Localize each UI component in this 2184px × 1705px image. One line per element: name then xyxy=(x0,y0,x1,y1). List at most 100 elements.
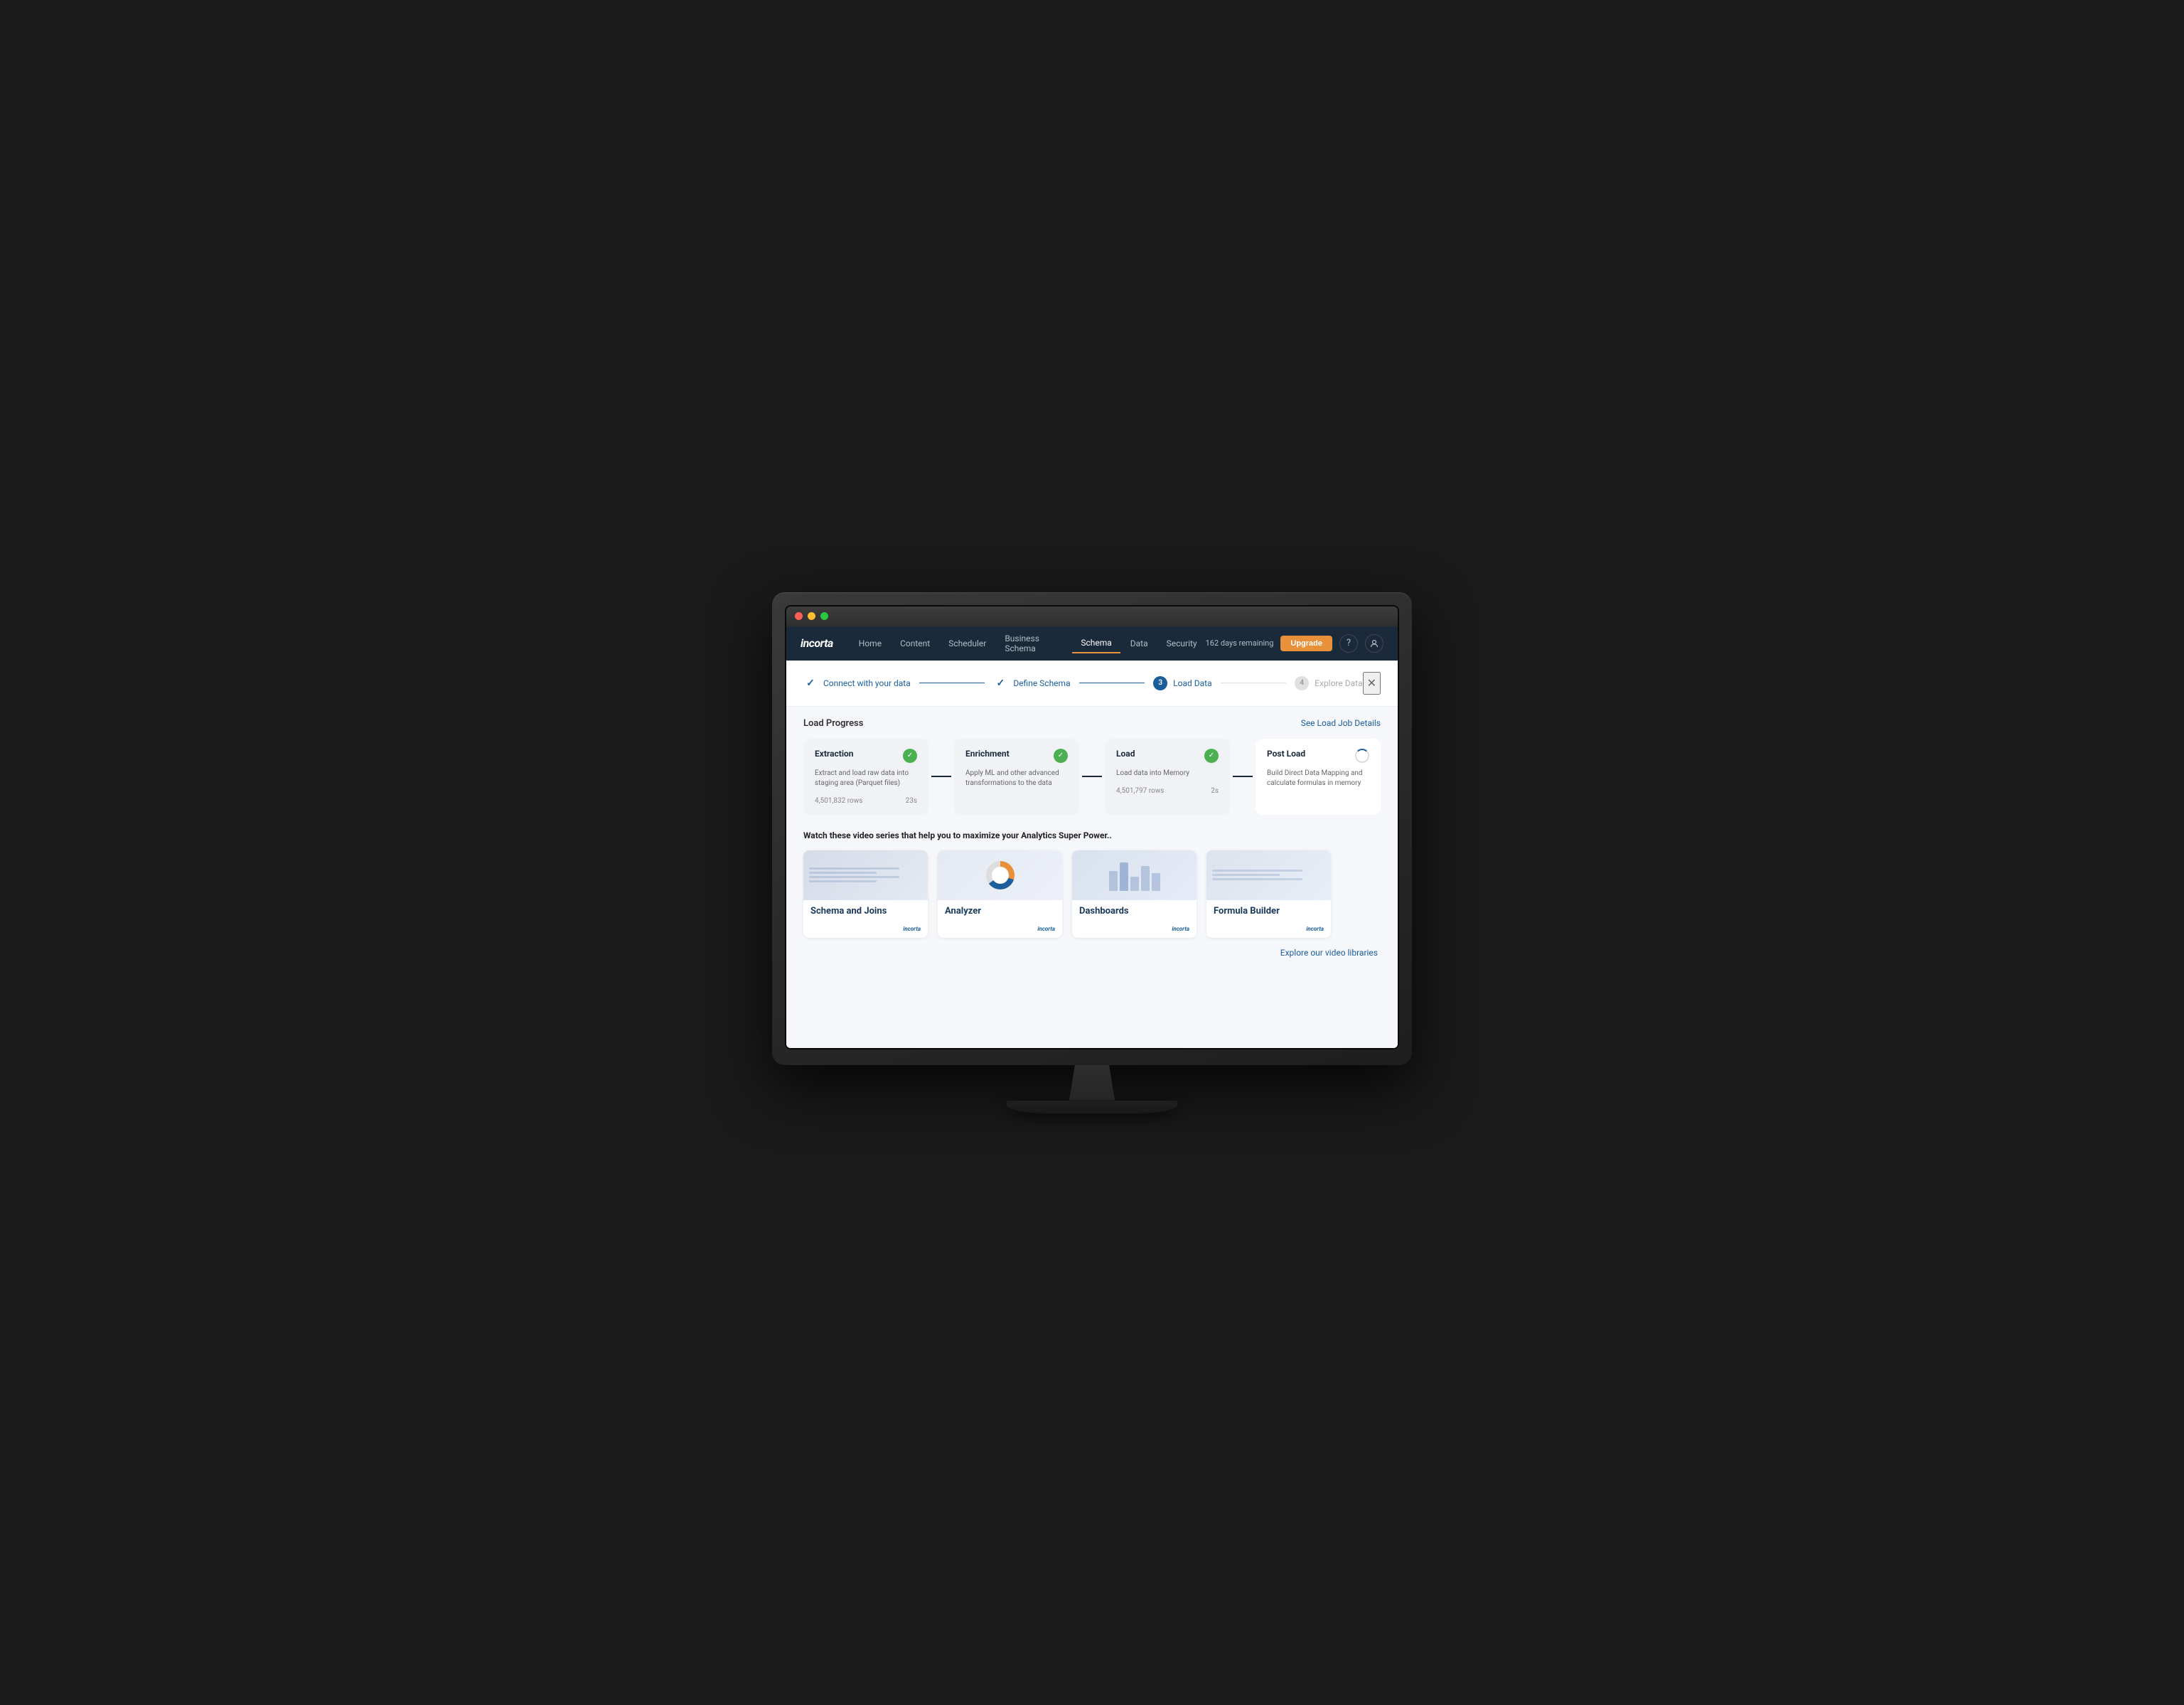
pipeline-connector-3 xyxy=(1230,739,1256,815)
bar-4 xyxy=(1141,866,1150,891)
wizard-bar: ✓ Connect with your data ✓ Define Schema xyxy=(786,661,1398,707)
video-card-schema[interactable]: Schema and Joins incorta xyxy=(803,850,928,939)
nav-item-home[interactable]: Home xyxy=(850,634,890,653)
formula-thumb-lines xyxy=(1206,864,1331,886)
schema-card-title: Schema and Joins xyxy=(803,900,928,921)
main-content: Load Progress See Load Job Details Extra… xyxy=(786,707,1398,1048)
video-card-dashboards[interactable]: Dashboards incorta xyxy=(1072,850,1197,939)
see-load-details-link[interactable]: See Load Job Details xyxy=(1301,718,1381,728)
load-progress-title: Load Progress xyxy=(803,718,863,729)
formula-thumb-line-1 xyxy=(1212,870,1302,872)
formula-card-title: Formula Builder xyxy=(1206,900,1331,921)
video-section-title: Watch these video series that help you t… xyxy=(803,830,1381,840)
step-3-icon: 3 xyxy=(1153,676,1167,690)
load-progress-header: Load Progress See Load Job Details xyxy=(803,718,1381,729)
load-card-header: Load ✓ xyxy=(1116,749,1219,763)
pipeline-row: Extraction ✓ Extract and load raw data i… xyxy=(803,739,1381,815)
video-card-analyzer[interactable]: Analyzer incorta xyxy=(938,850,1062,939)
dashboards-bar-chart xyxy=(1101,857,1169,894)
step-2-label: Define Schema xyxy=(1013,678,1070,688)
extraction-title: Extraction xyxy=(815,749,854,759)
post-load-desc: Build Direct Data Mapping and calculate … xyxy=(1267,769,1369,789)
step-1-label: Connect with your data xyxy=(823,678,911,688)
maximize-traffic-light[interactable] xyxy=(820,612,828,620)
analyzer-card-brand: incorta xyxy=(1037,926,1055,932)
extraction-time: 23s xyxy=(906,797,917,805)
post-load-spinner-icon xyxy=(1355,749,1369,763)
user-icon-button[interactable] xyxy=(1365,634,1383,653)
load-desc: Load data into Memory xyxy=(1116,769,1219,779)
bar-1 xyxy=(1109,871,1118,891)
step-4-icon: 4 xyxy=(1295,676,1309,690)
enrichment-check-icon: ✓ xyxy=(1054,749,1068,763)
navbar: incorta Home Content Scheduler Business … xyxy=(786,626,1398,661)
thumb-line-1 xyxy=(809,867,899,870)
extraction-footer: 4,501,832 rows 23s xyxy=(815,797,917,805)
monitor-stand-base xyxy=(1007,1101,1177,1113)
step-4-label: Explore Data xyxy=(1315,678,1362,688)
enrichment-title: Enrichment xyxy=(965,749,1010,759)
formula-thumb-line-3 xyxy=(1212,878,1302,880)
dashboards-card-brand: incorta xyxy=(1172,926,1189,932)
load-check-icon: ✓ xyxy=(1204,749,1219,763)
extraction-check-icon: ✓ xyxy=(903,749,917,763)
nav-item-content[interactable]: Content xyxy=(892,634,938,653)
extraction-desc: Extract and load raw data into staging a… xyxy=(815,769,917,789)
load-rows: 4,501,797 rows xyxy=(1116,787,1164,795)
nav-item-business-schema[interactable]: Business Schema xyxy=(996,629,1071,658)
formula-card-brand: incorta xyxy=(1306,926,1324,932)
explore-video-link[interactable]: Explore our video libraries xyxy=(803,948,1381,958)
video-card-formula[interactable]: Formula Builder incorta xyxy=(1206,850,1331,939)
dashboards-card-title: Dashboards xyxy=(1072,900,1197,921)
wizard-close-button[interactable]: ✕ xyxy=(1363,672,1381,695)
wizard-step-3: 3 Load Data xyxy=(1153,676,1211,690)
load-time: 2s xyxy=(1211,787,1219,795)
minimize-traffic-light[interactable] xyxy=(808,612,815,620)
extraction-card: Extraction ✓ Extract and load raw data i… xyxy=(803,739,928,815)
monitor-wrapper: incorta Home Content Scheduler Business … xyxy=(772,592,1412,1113)
extraction-card-header: Extraction ✓ xyxy=(815,749,917,763)
analyzer-card-body: incorta xyxy=(938,920,1062,938)
extraction-rows: 4,501,832 rows xyxy=(815,797,862,805)
close-traffic-light[interactable] xyxy=(795,612,803,620)
wizard-step-4: 4 Explore Data xyxy=(1295,676,1362,690)
thumb-line-3 xyxy=(809,876,899,878)
nav-items: Home Content Scheduler Business Schema S… xyxy=(850,629,1206,658)
nav-item-security[interactable]: Security xyxy=(1158,634,1206,653)
nav-item-schema[interactable]: Schema xyxy=(1072,634,1120,653)
analyzer-card-title: Analyzer xyxy=(938,900,1062,921)
monitor-bezel: incorta Home Content Scheduler Business … xyxy=(785,605,1399,1049)
pipeline-connector-1 xyxy=(928,739,954,815)
monitor-stand-neck xyxy=(1064,1065,1120,1101)
bar-5 xyxy=(1152,873,1160,891)
formula-card-body: incorta xyxy=(1206,920,1331,938)
wizard-step-2: ✓ Define Schema xyxy=(993,676,1070,690)
pipeline-connector-2 xyxy=(1079,739,1105,815)
load-footer: 4,501,797 rows 2s xyxy=(1116,787,1219,795)
bar-2 xyxy=(1120,862,1128,891)
post-load-title: Post Load xyxy=(1267,749,1305,759)
titlebar xyxy=(786,606,1398,626)
step-1-icon: ✓ xyxy=(803,676,818,690)
monitor-frame: incorta Home Content Scheduler Business … xyxy=(772,592,1412,1065)
schema-thumbnail xyxy=(803,850,928,900)
nav-right: 162 days remaining Upgrade ? xyxy=(1206,634,1383,653)
schema-card-brand: incorta xyxy=(903,926,921,932)
enrichment-card-header: Enrichment ✓ xyxy=(965,749,1068,763)
schema-thumb-lines xyxy=(803,862,928,888)
formula-thumb-line-2 xyxy=(1212,874,1280,876)
load-card: Load ✓ Load data into Memory 4,501,797 r… xyxy=(1105,739,1230,815)
days-remaining: 162 days remaining xyxy=(1206,638,1274,648)
dashboards-card-body: incorta xyxy=(1072,920,1197,938)
step-2-icon: ✓ xyxy=(993,676,1007,690)
screen-content: incorta Home Content Scheduler Business … xyxy=(786,626,1398,1048)
nav-item-data[interactable]: Data xyxy=(1122,634,1157,653)
wizard-step-1: ✓ Connect with your data xyxy=(803,676,911,690)
connector-line-1 xyxy=(931,776,951,777)
nav-item-scheduler[interactable]: Scheduler xyxy=(940,634,995,653)
upgrade-button[interactable]: Upgrade xyxy=(1280,636,1332,651)
post-load-card: Post Load Build Direct Data Mapping and … xyxy=(1256,739,1381,815)
help-icon-button[interactable]: ? xyxy=(1339,634,1358,653)
post-load-card-header: Post Load xyxy=(1267,749,1369,763)
analyzer-thumbnail xyxy=(938,850,1062,900)
